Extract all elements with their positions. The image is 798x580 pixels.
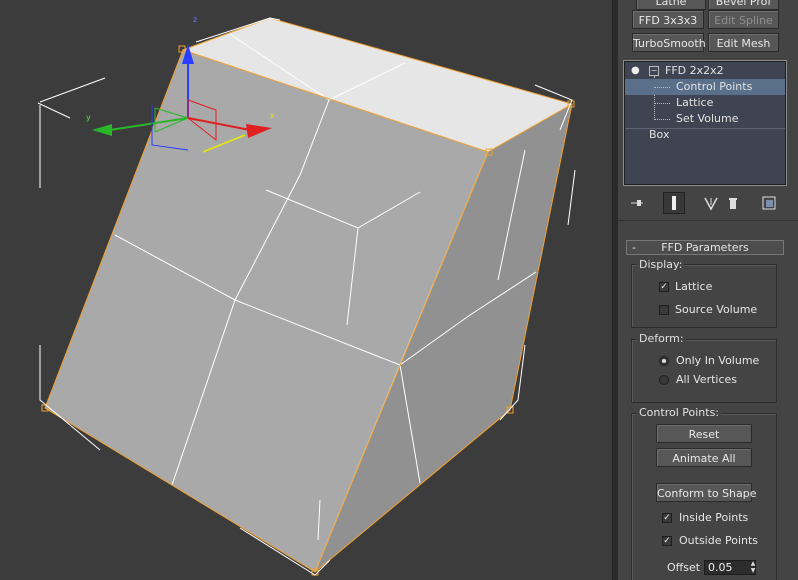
edit-spline-button[interactable]: Edit Spline <box>708 10 779 29</box>
configure-modifier-sets-icon[interactable] <box>758 192 780 214</box>
stack-subitem-lattice-label: Lattice <box>676 96 714 109</box>
turbosmooth-button[interactable]: TurboSmooth <box>632 33 706 52</box>
collapse-toggle-icon[interactable]: − <box>649 66 659 76</box>
source-volume-checkbox[interactable] <box>659 305 669 315</box>
stack-item-box-label: Box <box>649 128 670 141</box>
animate-all-button[interactable]: Animate All <box>656 448 752 467</box>
ffd-parameters-rollout-header[interactable]: - FFD Parameters <box>626 240 784 255</box>
pin-stack-icon[interactable] <box>626 192 648 214</box>
tree-branch <box>654 103 670 104</box>
edit-mesh-button[interactable]: Edit Mesh <box>708 33 779 52</box>
lightbulb-icon[interactable]: ● <box>631 63 640 79</box>
stack-subitem-lattice[interactable]: Lattice <box>625 95 785 111</box>
modifier-button-top-left[interactable]: Lathe <box>636 0 706 10</box>
only-in-volume-radio[interactable] <box>659 356 669 366</box>
offset-label: Offset : <box>667 561 708 574</box>
all-vertices-label: All Vertices <box>676 373 738 386</box>
command-panel: Lathe Bevel Prof FFD 3x3x3 Edit Spline T… <box>618 0 798 580</box>
stack-subitem-set-volume-label: Set Volume <box>676 112 739 125</box>
inside-points-checkbox[interactable]: ✓ <box>662 513 672 523</box>
source-volume-checkbox-label: Source Volume <box>675 303 758 316</box>
remove-modifier-icon[interactable] <box>722 192 744 214</box>
outside-points-label: Outside Points <box>679 534 759 547</box>
stack-subitem-control-points[interactable]: Control Points <box>625 79 785 95</box>
lattice-checkbox-label: Lattice <box>675 280 713 293</box>
control-points-group-title: Control Points: <box>637 406 722 419</box>
tree-branch <box>654 87 670 88</box>
stack-item-ffd[interactable]: ● − FFD 2x2x2 <box>625 63 785 79</box>
reset-button[interactable]: Reset <box>656 424 752 443</box>
offset-spinner-arrows-icon[interactable]: ▲ ▼ <box>748 560 758 575</box>
inside-points-label: Inside Points <box>679 511 749 524</box>
ffd-3x3x3-button[interactable]: FFD 3x3x3 <box>632 10 704 29</box>
z-axis-label: z <box>193 15 197 24</box>
make-unique-icon[interactable] <box>700 192 722 214</box>
y-axis-label: y <box>86 113 91 122</box>
all-vertices-radio[interactable] <box>659 375 669 385</box>
perspective-viewport[interactable]: z y x <box>0 0 612 580</box>
conform-to-shape-button[interactable]: Conform to Shape <box>656 483 757 502</box>
y-axis-arrow-icon <box>92 124 112 136</box>
deform-group-title: Deform: <box>637 332 686 345</box>
stack-item-ffd-label: FFD 2x2x2 <box>665 64 724 77</box>
stack-subitem-set-volume[interactable]: Set Volume <box>625 111 785 127</box>
stack-item-box[interactable]: Box <box>625 127 785 143</box>
deform-group <box>631 339 777 403</box>
panel-divider <box>618 220 798 221</box>
display-group-title: Display: <box>637 258 685 271</box>
rollout-title: FFD Parameters <box>661 241 749 254</box>
x-axis-label: x <box>270 111 275 120</box>
lattice-checkbox[interactable]: ✓ <box>659 282 669 292</box>
modifier-button-top-right[interactable]: Bevel Prof <box>708 0 779 10</box>
show-end-result-icon[interactable] <box>663 192 685 214</box>
modifier-stack-list[interactable]: ● − FFD 2x2x2 Control Points Lattice Set… <box>623 60 787 186</box>
viewport-canvas[interactable]: z y x <box>0 0 612 580</box>
only-in-volume-label: Only In Volume <box>676 354 760 367</box>
tree-branch <box>654 119 670 120</box>
stack-subitem-control-points-label: Control Points <box>676 80 753 93</box>
display-group <box>631 264 777 328</box>
outside-points-checkbox[interactable]: ✓ <box>662 536 672 546</box>
